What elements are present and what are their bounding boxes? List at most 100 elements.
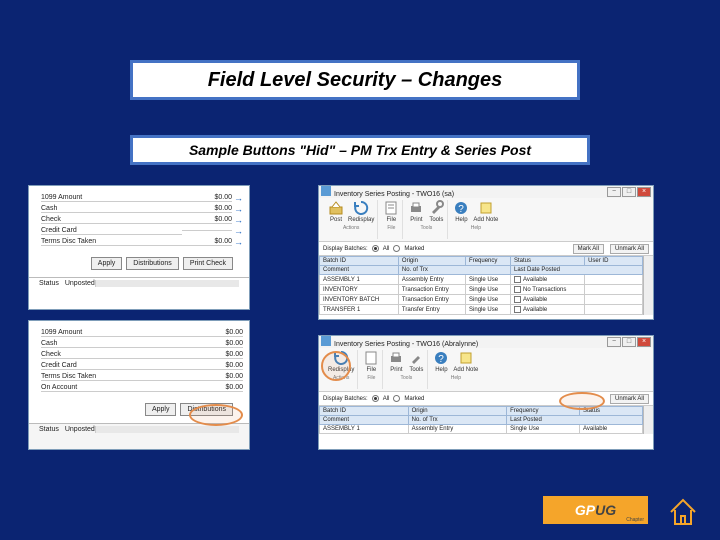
col-subheader[interactable]: Last Posted [507, 416, 643, 425]
status-value: Unposted [65, 280, 95, 287]
highlight-hidden-button [189, 404, 243, 426]
table-row[interactable]: ASSEMBLY 1Assembly EntrySingle UseAvaila… [320, 425, 643, 434]
checkbox[interactable] [514, 286, 521, 293]
ribbon-toolbar: Redisplay Actions File File Print Tools … [319, 348, 653, 392]
field-value: $0.00 [193, 373, 243, 381]
checkbox[interactable] [514, 296, 521, 303]
field-label: Credit Card [41, 227, 182, 235]
batch-table[interactable]: Batch ID Origin Frequency Status User ID… [319, 256, 643, 315]
close-button[interactable]: × [637, 187, 651, 197]
field-label: Terms Disc Taken [41, 238, 182, 246]
checkbox[interactable] [514, 276, 521, 283]
field-label: Credit Card [41, 362, 193, 370]
col-subheader[interactable]: No. of Trx [408, 416, 507, 425]
field-value: $0.00 [193, 351, 243, 359]
help-button[interactable]: ?Help [433, 350, 449, 373]
ribbon-group-label: Help [451, 375, 461, 381]
app-icon [321, 186, 331, 196]
title-bar[interactable]: Inventory Series Posting - TWO16 (Abraly… [319, 336, 653, 348]
expand-icon[interactable]: → [234, 237, 243, 247]
pm-trx-entry-panel-before: 1099 Amount$0.00→ Cash$0.00→ Check$0.00→… [28, 185, 250, 310]
col-header[interactable]: Frequency [466, 257, 511, 266]
field-label: 1099 Amount [41, 194, 182, 202]
series-posting-window-after: Inventory Series Posting - TWO16 (Abraly… [318, 335, 654, 450]
redisplay-button[interactable]: Redisplay [348, 200, 374, 223]
ribbon-group-label: Tools [401, 375, 413, 381]
minimize-button[interactable]: − [607, 187, 621, 197]
field-value [182, 230, 232, 231]
ribbon-group-label: File [367, 375, 375, 381]
minimize-button[interactable]: − [607, 337, 621, 347]
table-row[interactable]: ASSEMBLY 1Assembly EntrySingle UseAvaila… [320, 275, 643, 285]
scrollbar[interactable] [643, 256, 653, 315]
batch-table[interactable]: Batch ID Origin Frequency Status Comment… [319, 406, 643, 434]
apply-button[interactable]: Apply [145, 403, 177, 416]
home-icon[interactable] [666, 494, 700, 528]
unmark-all-button[interactable]: Unmark All [610, 394, 649, 404]
col-header[interactable]: Origin [408, 407, 507, 416]
maximize-button[interactable]: □ [622, 337, 636, 347]
print-button[interactable]: Print [388, 350, 404, 373]
col-subheader[interactable]: Comment [320, 416, 409, 425]
display-label: Display Batches: [323, 246, 368, 252]
col-subheader[interactable]: Last Date Posted [510, 266, 642, 275]
page-subtitle: Sample Buttons "Hid" – PM Trx Entry & Se… [130, 135, 590, 165]
table-row[interactable]: INVENTORY BATCHTransaction EntrySingle U… [320, 295, 643, 305]
radio-all[interactable] [372, 395, 379, 402]
maximize-button[interactable]: □ [622, 187, 636, 197]
radio-marked[interactable] [393, 245, 400, 252]
col-header[interactable]: Status [510, 257, 584, 266]
table-row[interactable]: INVENTORYTransaction EntrySingle UseNo T… [320, 285, 643, 295]
radio-all[interactable] [372, 245, 379, 252]
unmark-all-button[interactable]: Unmark All [610, 244, 649, 254]
highlight-hidden-post-button [321, 351, 351, 381]
col-subheader[interactable]: Comment [320, 266, 399, 275]
expand-icon[interactable]: → [234, 204, 243, 214]
status-label: Status [39, 426, 59, 433]
field-label: Cash [41, 205, 182, 213]
col-header[interactable]: Origin [398, 257, 465, 266]
table-row[interactable]: TRANSFER 1Transfer EntrySingle UseAvaila… [320, 305, 643, 315]
ribbon-toolbar: Post Redisplay Actions File File Print T… [319, 198, 653, 242]
field-value: $0.00 [182, 216, 232, 224]
ribbon-group-label: Actions [343, 225, 359, 231]
post-button[interactable]: Post [328, 200, 344, 223]
pm-trx-entry-panel-after: 1099 Amount$0.00 Cash$0.00 Check$0.00 Cr… [28, 320, 250, 450]
gpug-logo: GPUG Chapter [543, 496, 648, 524]
expand-icon[interactable]: → [234, 215, 243, 225]
field-value: $0.00 [193, 384, 243, 392]
add-note-button[interactable]: Add Note [473, 200, 498, 223]
col-header[interactable]: Batch ID [320, 407, 409, 416]
tools-menu[interactable]: Tools [428, 200, 444, 223]
tools-menu[interactable]: Tools [408, 350, 424, 373]
checkbox[interactable] [514, 306, 521, 313]
col-header[interactable]: Batch ID [320, 257, 399, 266]
field-value: $0.00 [182, 205, 232, 213]
distributions-button[interactable]: Distributions [126, 257, 179, 270]
scrollbar[interactable] [643, 406, 653, 434]
field-label: Check [41, 216, 182, 224]
title-bar[interactable]: Inventory Series Posting - TWO16 (sa) − … [319, 186, 653, 198]
print-button[interactable]: Print [408, 200, 424, 223]
ribbon-group-label: File [387, 225, 395, 231]
field-value: $0.00 [193, 329, 243, 337]
field-label: Cash [41, 340, 193, 348]
file-menu[interactable]: File [363, 350, 379, 373]
col-header[interactable]: User ID [585, 257, 643, 266]
col-subheader[interactable]: No. of Trx [398, 266, 510, 275]
field-label: Check [41, 351, 193, 359]
print-check-button[interactable]: Print Check [183, 257, 233, 270]
mark-all-button[interactable]: Mark All [573, 244, 604, 254]
field-value: $0.00 [182, 194, 232, 202]
series-posting-window-before: Inventory Series Posting - TWO16 (sa) − … [318, 185, 654, 320]
expand-icon[interactable]: → [234, 193, 243, 203]
add-note-button[interactable]: Add Note [453, 350, 478, 373]
help-button[interactable]: ?Help [453, 200, 469, 223]
expand-icon[interactable]: → [234, 226, 243, 236]
page-title: Field Level Security – Changes [130, 60, 580, 100]
apply-button[interactable]: Apply [91, 257, 123, 270]
close-button[interactable]: × [637, 337, 651, 347]
status-value: Unposted [65, 426, 95, 433]
file-menu[interactable]: File [383, 200, 399, 223]
radio-marked[interactable] [393, 395, 400, 402]
